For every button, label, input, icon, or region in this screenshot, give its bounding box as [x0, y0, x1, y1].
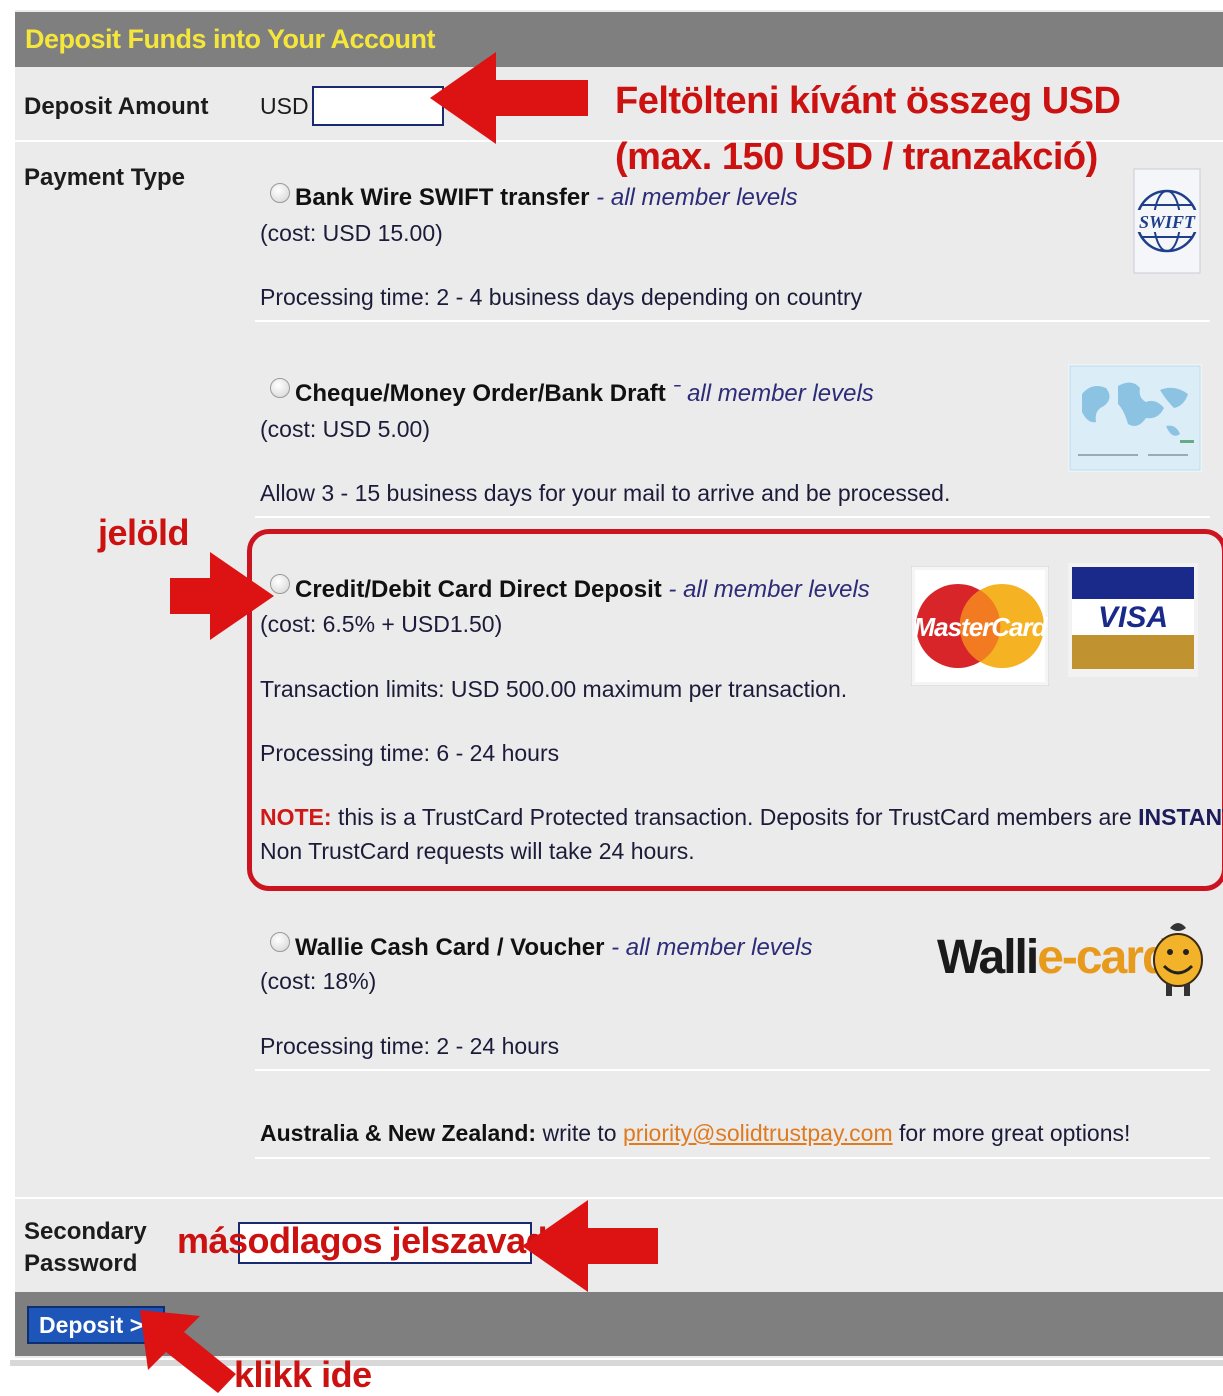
deposit-amount-input[interactable] [312, 86, 444, 126]
arrow-right-icon [170, 552, 274, 640]
priority-email-link[interactable]: priority@solidtrustpay.com [623, 1120, 893, 1146]
form-title: Deposit Funds into Your Account [25, 24, 436, 54]
wallie-mascot-icon [1153, 923, 1203, 996]
arrow-up-left-icon [140, 1310, 236, 1393]
option-cost: (cost: 18%) [260, 968, 377, 994]
visa-text: VISA [1098, 601, 1168, 634]
form-header: Deposit Funds into Your Account [15, 12, 1223, 67]
processing-time: Processing time: 2 - 24 hours [260, 1033, 560, 1059]
radio-bank-wire[interactable] [270, 183, 290, 203]
wallie-card-logo: Wallie-card [937, 931, 1171, 984]
payment-type-label: Payment Type [24, 164, 185, 191]
trustcard-note-2: Non TrustCard requests will take 24 hour… [260, 838, 695, 864]
option-cost: (cost: USD 5.00) [260, 416, 430, 442]
row-divider [15, 1197, 1223, 1199]
swift-logo-icon: SWIFT [1133, 168, 1201, 274]
option-divider [255, 1069, 1210, 1071]
trustcard-note: NOTE: this is a TrustCard Protected tran… [260, 804, 1223, 830]
member-levels: all member levels [610, 184, 798, 211]
currency-label: USD [260, 93, 309, 119]
member-levels: all member levels [683, 576, 870, 603]
annotation-select: jelöld [98, 512, 190, 553]
annotation-password: másodlagos jelszavad [177, 1220, 548, 1261]
option-title-bank-wire: Bank Wire SWIFT transfer - all member le… [295, 184, 798, 211]
member-levels: all member levels [625, 934, 813, 961]
option-divider [255, 1157, 1210, 1159]
visa-logo-icon: VISA [1068, 563, 1198, 677]
processing-time: Processing time: 2 - 4 business days dep… [260, 284, 863, 310]
mail-time: Allow 3 - 15 business days for your mail… [260, 480, 951, 506]
option-divider [255, 516, 1210, 518]
mastercard-text: MasterCard [913, 612, 1048, 642]
secondary-password-label: Secondary [24, 1218, 147, 1245]
annotation-max: (max. 150 USD / tranzakció) [615, 136, 1098, 178]
option-title-cheque: Cheque/Money Order/Bank Draft ˉ all memb… [295, 380, 874, 407]
annotation-amount: Feltölteni kívánt összeg USD [615, 80, 1121, 122]
note-label: NOTE: [260, 804, 332, 830]
annotation-click: klikk ide [234, 1354, 372, 1395]
secondary-password-label-2: Password [24, 1250, 138, 1277]
arrow-left-icon [430, 52, 588, 144]
option-title-credit-card: Credit/Debit Card Direct Deposit - all m… [295, 576, 870, 603]
cheque-image-icon [1068, 364, 1202, 472]
processing-time: Processing time: 6 - 24 hours [260, 740, 560, 766]
radio-wallie-card[interactable] [270, 932, 290, 952]
option-divider [255, 320, 1210, 322]
transaction-limits: Transaction limits: USD 500.00 maximum p… [260, 676, 848, 702]
option-cost: (cost: 6.5% + USD1.50) [260, 611, 503, 637]
deposit-amount-label: Deposit Amount [24, 93, 209, 120]
member-levels: all member levels [687, 380, 874, 407]
option-title-wallie: Wallie Cash Card / Voucher - all member … [295, 934, 813, 961]
option-cost: (cost: USD 15.00) [260, 220, 443, 246]
mastercard-logo-icon: MasterCard [911, 566, 1049, 686]
arrow-left-icon [522, 1200, 658, 1292]
radio-cheque[interactable] [270, 378, 290, 398]
swift-logo-text: SWIFT [1139, 212, 1196, 232]
anz-info: Australia & New Zealand: write to priori… [260, 1120, 1131, 1146]
